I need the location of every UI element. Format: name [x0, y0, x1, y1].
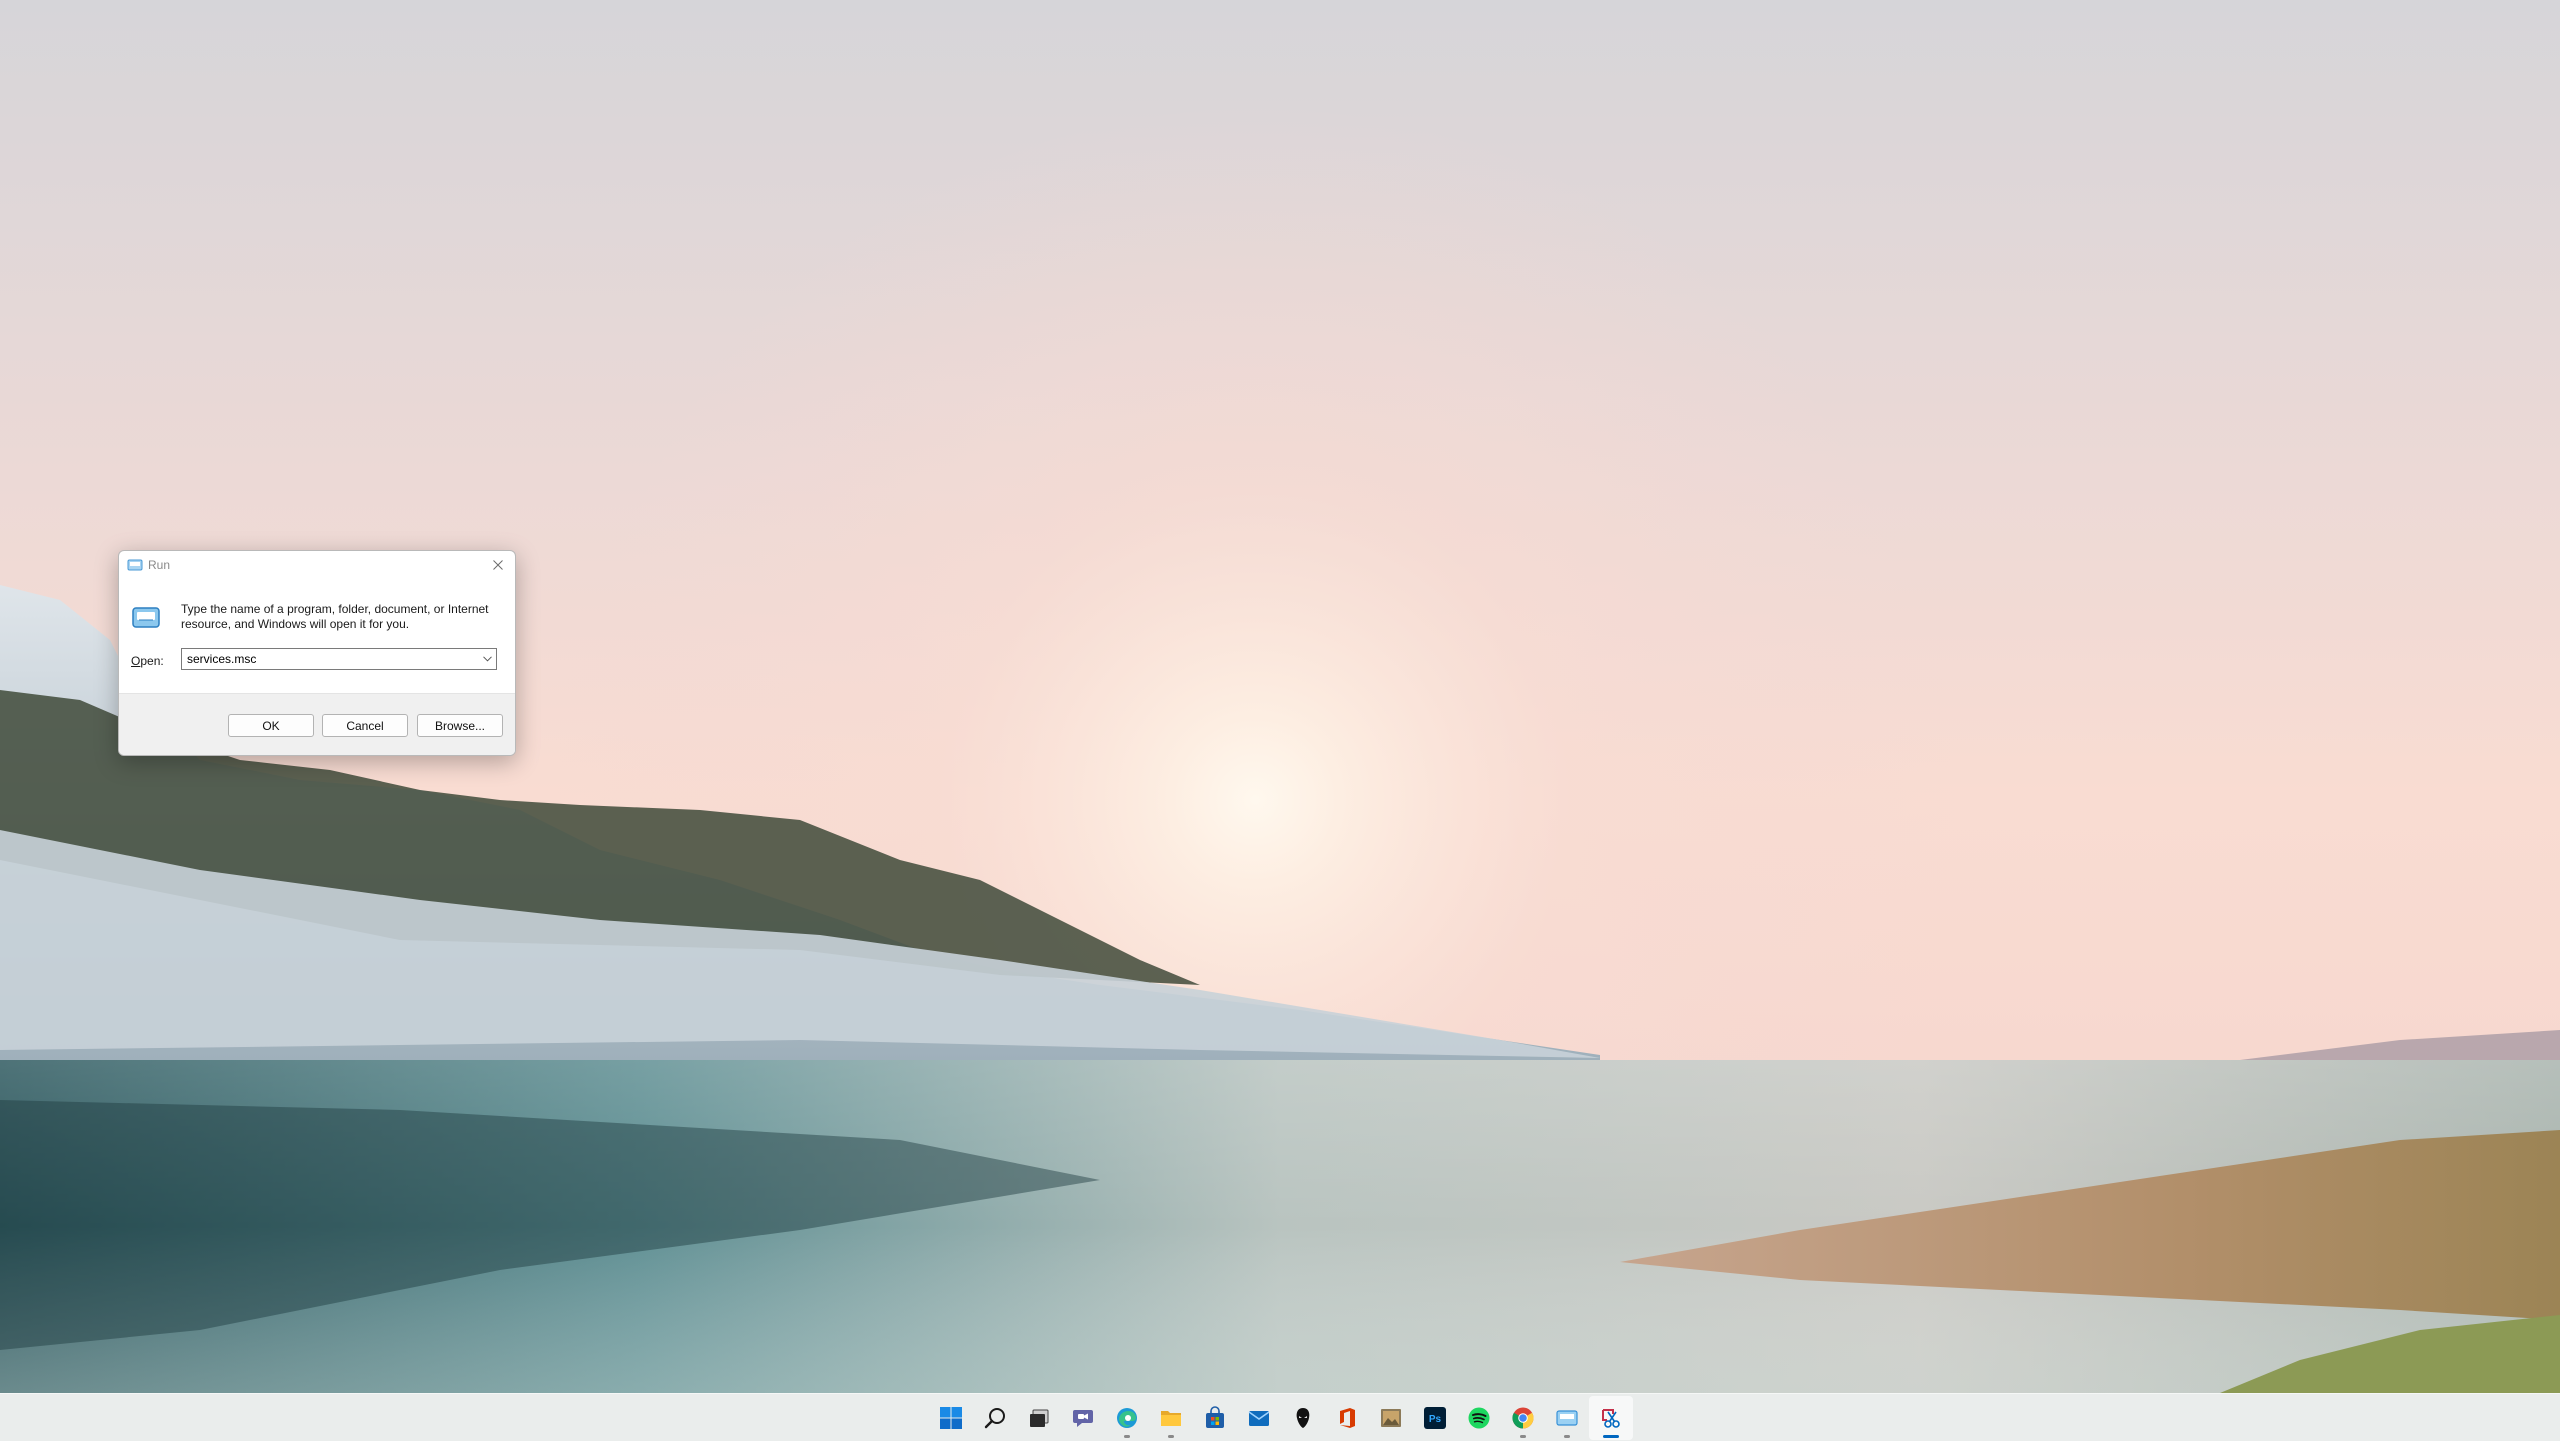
ok-button[interactable]: OK — [228, 714, 314, 737]
start-button[interactable] — [929, 1396, 973, 1440]
open-label-text: pen: — [140, 654, 164, 668]
mail-button[interactable] — [1237, 1396, 1281, 1440]
chrome-button[interactable] — [1501, 1396, 1545, 1440]
photoshop-text: Ps — [1429, 1414, 1442, 1425]
chrome-icon — [1512, 1407, 1534, 1428]
running-indicator — [1564, 1434, 1570, 1438]
photo-app-button[interactable] — [1369, 1396, 1413, 1440]
photoshop-button[interactable]: Ps — [1413, 1396, 1457, 1440]
run-program-icon — [132, 607, 160, 628]
task-view-icon — [1030, 1409, 1049, 1427]
mail-icon — [1248, 1410, 1270, 1426]
dialog-title: Run — [148, 558, 171, 572]
file-explorer-button[interactable] — [1149, 1396, 1193, 1440]
taskbar-app-list: Ps — [929, 1394, 1633, 1441]
taskbar: Ps — [0, 1393, 2560, 1441]
active-indicator — [1603, 1434, 1619, 1438]
search-button[interactable] — [973, 1396, 1017, 1440]
task-view-button[interactable] — [1017, 1396, 1061, 1440]
edge-button[interactable] — [1105, 1396, 1149, 1440]
open-input[interactable] — [182, 649, 473, 669]
run-icon — [127, 559, 143, 571]
office-button[interactable] — [1325, 1396, 1369, 1440]
folder-icon — [1161, 1410, 1181, 1426]
run-dialog: Run Type the name of a program, folder, … — [118, 550, 516, 756]
windows-logo-icon — [940, 1406, 962, 1429]
running-indicator — [1520, 1434, 1526, 1438]
open-label: Open: — [131, 654, 164, 668]
run-icon — [1556, 1409, 1578, 1426]
store-icon — [1206, 1405, 1224, 1428]
store-button[interactable] — [1193, 1396, 1237, 1440]
edge-icon — [1117, 1407, 1137, 1428]
history-dropdown-button[interactable] — [478, 649, 496, 669]
office-icon — [1340, 1407, 1355, 1428]
instruction-text: Type the name of a program, folder, docu… — [181, 602, 489, 631]
photoshop-icon: Ps — [1424, 1406, 1446, 1429]
snipping-tool-icon — [1602, 1408, 1620, 1428]
close-button[interactable] — [485, 553, 511, 577]
cancel-button[interactable]: Cancel — [322, 714, 408, 737]
close-icon — [493, 560, 503, 570]
spotify-icon — [1468, 1407, 1490, 1428]
alienware-button[interactable] — [1281, 1396, 1325, 1440]
browse-button[interactable]: Browse... — [417, 714, 503, 737]
chevron-down-icon — [482, 656, 492, 662]
snipping-tool-button[interactable] — [1589, 1395, 1633, 1440]
chat-button[interactable] — [1061, 1396, 1105, 1440]
alienware-icon — [1296, 1407, 1310, 1428]
open-label-accelerator: O — [131, 654, 141, 668]
open-combobox[interactable] — [181, 648, 497, 670]
running-indicator — [1168, 1434, 1174, 1438]
running-indicator — [1124, 1434, 1130, 1438]
teams-chat-icon — [1073, 1409, 1093, 1427]
search-icon — [984, 1407, 1005, 1428]
spotify-button[interactable] — [1457, 1396, 1501, 1440]
run-taskbar-button[interactable] — [1545, 1396, 1589, 1440]
photo-icon — [1381, 1408, 1401, 1427]
title-bar[interactable]: Run — [119, 551, 515, 579]
